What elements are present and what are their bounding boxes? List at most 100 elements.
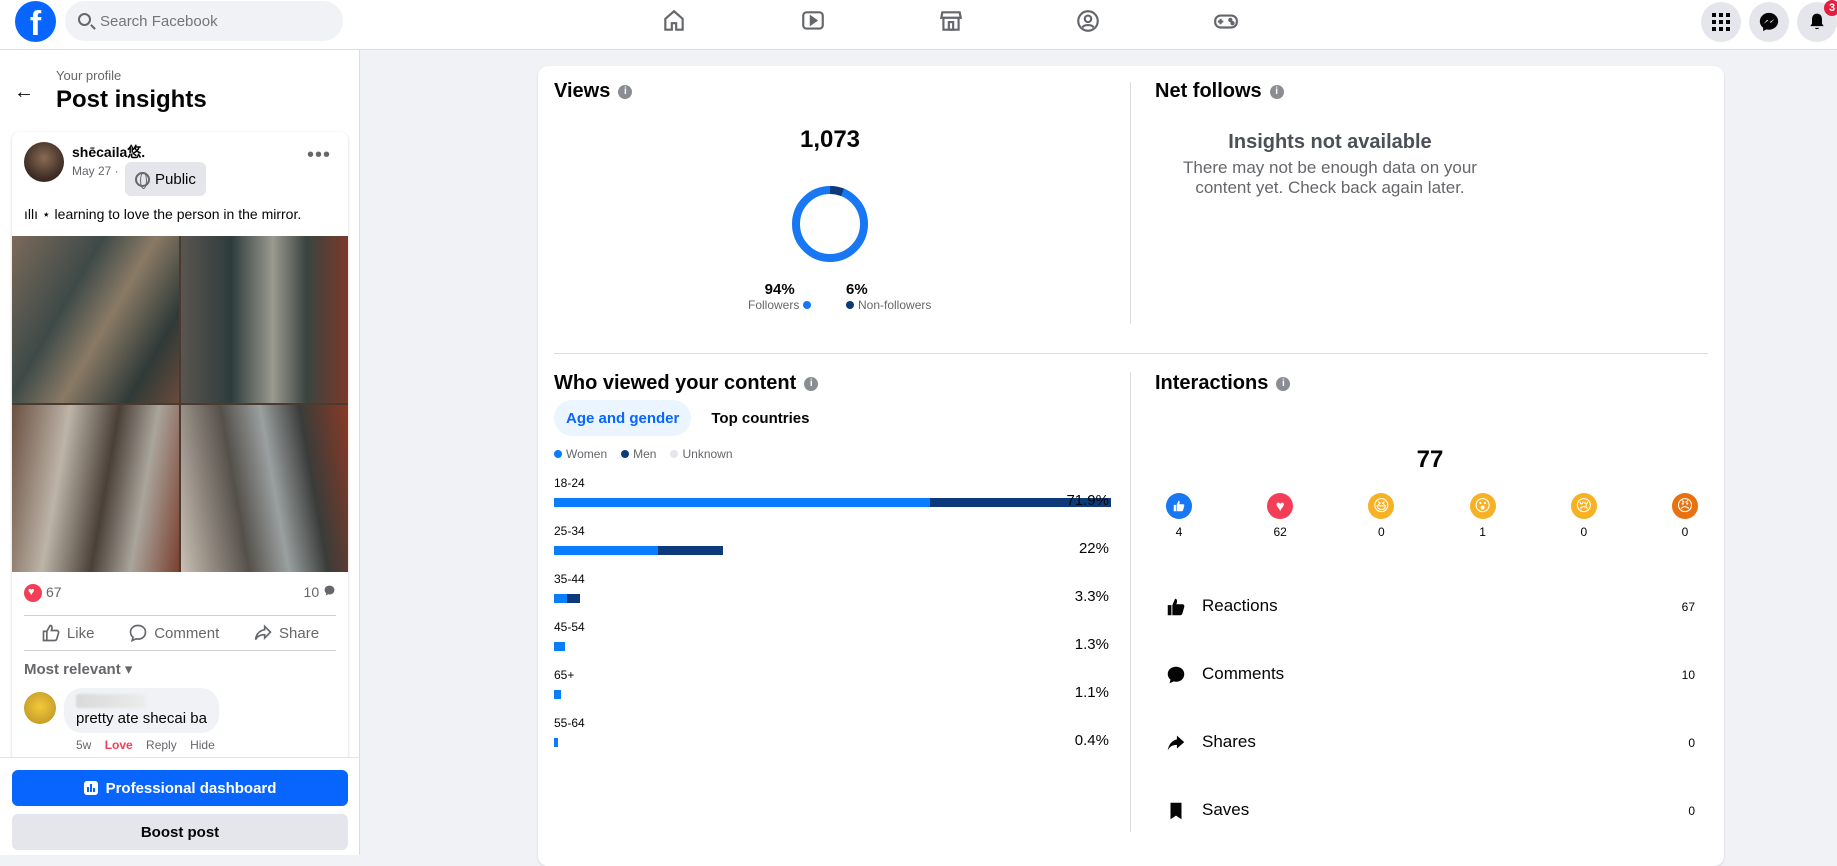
tab-top-countries[interactable]: Top countries <box>699 400 821 436</box>
age-pct: 71.9% <box>1066 492 1109 509</box>
professional-dashboard-button[interactable]: Professional dashboard <box>12 770 348 806</box>
nonfollowers-pct: 6% <box>846 281 868 298</box>
gender-legend: Women Men Unknown <box>554 447 733 461</box>
author-avatar[interactable] <box>24 142 64 182</box>
women-bar-segment <box>554 546 658 555</box>
post-card: shēcaila悠. May 27 · Public ••• ıllı ⋆ le… <box>12 132 348 812</box>
search-input[interactable] <box>100 1 330 41</box>
reaction-count: 0 <box>1580 525 1588 539</box>
more-options-icon[interactable]: ••• <box>307 144 331 167</box>
home-icon[interactable] <box>650 2 698 40</box>
info-icon[interactable]: i <box>1276 376 1291 391</box>
marketplace-icon[interactable] <box>927 2 975 40</box>
reaction-count: 0 <box>1681 525 1689 539</box>
nonfollowers-dot <box>846 301 854 309</box>
commenter-name-blurred[interactable] <box>76 694 146 708</box>
followers-pct: 94% <box>764 281 795 298</box>
post-date[interactable]: May 27 · <box>72 164 119 178</box>
age-bar[interactable] <box>554 594 580 603</box>
comment-reply-button[interactable]: Reply <box>146 738 177 752</box>
post-action-buttons: Professional dashboard Boost post <box>0 757 359 855</box>
comment-hide-button[interactable]: Hide <box>190 738 215 752</box>
commenter-avatar[interactable] <box>24 692 56 724</box>
views-total: 1,073 <box>799 126 861 153</box>
angry-reaction-icon: 😠 <box>1672 493 1698 519</box>
age-row: 45-54 1.3% <box>554 620 1109 668</box>
bookmark-icon <box>1170 802 1182 820</box>
metric-value: 10 <box>1681 668 1695 682</box>
comment-bubble-icon <box>324 585 335 596</box>
audience-tabs: Age and gender Top countries <box>554 400 821 436</box>
like-button[interactable]: Like <box>41 623 94 643</box>
info-icon[interactable]: i <box>1269 84 1284 99</box>
back-arrow-icon[interactable]: ← <box>14 81 34 104</box>
notification-badge: 3 <box>1824 0 1837 16</box>
info-icon[interactable]: i <box>804 376 819 391</box>
post-photo[interactable] <box>12 236 348 572</box>
menu-grid-button[interactable] <box>1701 2 1741 42</box>
men-bar-segment <box>566 594 580 603</box>
women-bar-segment <box>554 642 566 651</box>
men-bar-segment <box>657 546 723 555</box>
age-label: 45-54 <box>554 620 585 634</box>
comment-bubble: pretty ate shecai ba <box>64 688 219 733</box>
metric-label: Reactions <box>1202 596 1278 615</box>
age-row: 55-64 0.4% <box>554 716 1109 764</box>
boost-post-button[interactable]: Boost post <box>12 814 348 850</box>
age-bar[interactable] <box>554 690 562 699</box>
legend-women: Women <box>554 447 607 461</box>
followers-label: Followers <box>748 298 800 312</box>
age-bar[interactable] <box>554 738 558 747</box>
photo-tile <box>12 236 179 403</box>
comment-button[interactable]: Comment <box>128 623 219 643</box>
wow-reaction-icon: 😮 <box>1469 493 1496 519</box>
age-row: 25-34 22% <box>554 524 1109 572</box>
metric-label: Shares <box>1202 732 1256 751</box>
comment-icon <box>129 624 147 642</box>
chart-icon <box>83 781 98 795</box>
search-box[interactable] <box>65 1 343 41</box>
gaming-icon[interactable] <box>1202 2 1250 40</box>
age-label: 55-64 <box>554 716 585 730</box>
photo-tile <box>181 405 348 572</box>
reaction-count: 4 <box>1175 525 1183 539</box>
interactions-section-title: Interactions i <box>1155 372 1291 395</box>
age-bar[interactable] <box>554 546 723 555</box>
tab-age-and-gender[interactable]: Age and gender <box>554 400 692 436</box>
thumbs-up-icon <box>42 624 60 642</box>
top-navigation-bar: f 3 <box>0 0 1837 50</box>
nonfollowers-label: Non-followers <box>858 298 932 312</box>
love-reaction-icon <box>24 584 42 603</box>
comment-age[interactable]: 5w <box>76 738 91 752</box>
breadcrumb[interactable]: Your profile <box>56 68 121 83</box>
messenger-button[interactable] <box>1749 2 1789 42</box>
net-follows-section-title: Net follows i <box>1155 80 1284 103</box>
info-icon[interactable]: i <box>618 84 633 99</box>
age-bar[interactable] <box>554 498 1112 507</box>
author-name[interactable]: shēcaila悠. <box>72 142 145 162</box>
reaction-count: 62 <box>1273 525 1287 539</box>
interactions-total: 77 <box>1416 446 1444 473</box>
share-button[interactable]: Share <box>253 623 319 643</box>
age-label: 65+ <box>554 668 575 682</box>
age-bar[interactable] <box>554 642 566 651</box>
notifications-button[interactable]: 3 <box>1797 0 1837 42</box>
groups-icon[interactable] <box>1064 2 1112 40</box>
comment-sort-dropdown[interactable]: Most relevant ▾ <box>24 660 132 678</box>
privacy-button[interactable]: Public <box>125 162 206 196</box>
nonfollowers-stat: 6% Non-followers <box>846 281 931 312</box>
reactions-summary[interactable]: 67 10 <box>24 584 336 606</box>
women-bar-segment <box>554 498 930 507</box>
privacy-label: Public <box>155 170 196 188</box>
video-icon[interactable] <box>789 2 837 40</box>
followers-stat: 94% Followers <box>748 281 812 312</box>
age-pct: 1.3% <box>1074 636 1109 653</box>
bell-icon <box>1810 13 1824 30</box>
post-preview-panel: ← Your profile Post insights shēcaila悠. … <box>0 50 360 855</box>
reaction-count: 0 <box>1378 525 1385 539</box>
age-label: 25-34 <box>554 524 585 538</box>
facebook-logo[interactable]: f <box>15 1 56 42</box>
divider <box>554 353 1708 354</box>
comment-love-button[interactable]: Love <box>105 738 133 752</box>
comment-count[interactable]: 10 <box>304 584 336 600</box>
